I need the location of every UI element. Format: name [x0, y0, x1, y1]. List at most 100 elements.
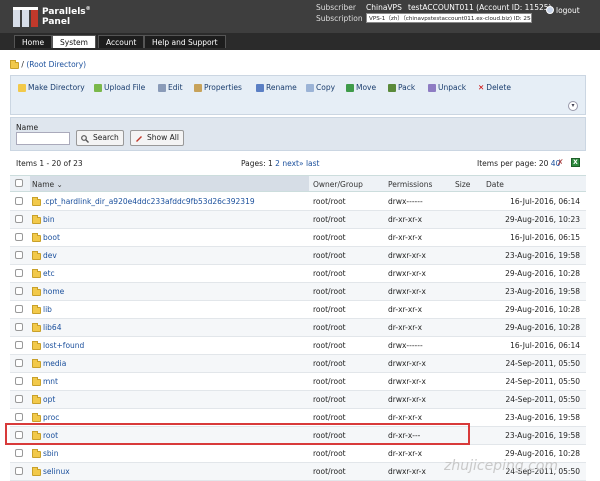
subscription-select[interactable]: VPS-1（zh）（chinavpstestaccount011.ex-clou…	[366, 13, 532, 23]
table-row[interactable]: media root/root drwxr-xr-x 24-Sep-2011, 05:…	[10, 355, 586, 373]
row-checkbox[interactable]	[15, 413, 23, 421]
folder-link[interactable]: lib	[43, 305, 52, 314]
row-name[interactable]: etc	[32, 268, 55, 278]
row-name[interactable]: mnt	[32, 376, 58, 386]
table-row[interactable]: mnt root/root drwxr-xr-x 24-Sep-2011, 05:50	[10, 373, 586, 391]
row-name[interactable]: sbin	[32, 448, 59, 458]
pencil-icon	[158, 84, 166, 92]
table-row[interactable]: home root/root drwxr-xr-x 23-Aug-2016, 19:5…	[10, 283, 586, 301]
row-name[interactable]: home	[32, 286, 64, 296]
folder-link[interactable]: lost+found	[43, 341, 84, 350]
row-name[interactable]: selinux	[32, 466, 70, 476]
row-name[interactable]: dev	[32, 250, 57, 260]
row-date: 29-Aug-2016, 10:23	[505, 215, 580, 224]
column-name[interactable]: Name ⌄	[32, 180, 63, 189]
logout-link[interactable]: logout	[556, 6, 580, 15]
row-owner: root/root	[313, 395, 346, 404]
table-row[interactable]: bin root/root dr-xr-xr-x 29-Aug-2016, 10:23	[10, 211, 586, 229]
row-name[interactable]: .cpt_hardlink_dir_a920e4ddc233afddc9fb53…	[32, 196, 255, 206]
show-all-button[interactable]: Show All	[130, 130, 184, 146]
row-checkbox[interactable]	[15, 395, 23, 403]
table-row[interactable]: lib64 root/root dr-xr-xr-x 29-Aug-2016, 10:…	[10, 319, 586, 337]
table-row[interactable]: opt root/root drwxr-xr-x 24-Sep-2011, 05:50	[10, 391, 586, 409]
row-checkbox[interactable]	[15, 287, 23, 295]
breadcrumb-root-link[interactable]: (Root Directory)	[26, 60, 86, 69]
logout-icon[interactable]	[546, 6, 554, 14]
export-excel-icon[interactable]: X	[571, 158, 580, 167]
tab-home[interactable]: Home	[14, 35, 53, 49]
move-button[interactable]: Move	[346, 83, 376, 92]
row-checkbox[interactable]	[15, 467, 23, 475]
tab-account[interactable]: Account	[98, 35, 145, 49]
copy-button[interactable]: Copy	[306, 83, 335, 92]
make-directory-button[interactable]: Make Directory	[18, 83, 85, 92]
row-name[interactable]: proc	[32, 412, 59, 422]
table-row[interactable]: etc root/root drwxr-xr-x 29-Aug-2016, 10:28	[10, 265, 586, 283]
folder-link[interactable]: bin	[43, 215, 55, 224]
select-all-checkbox[interactable]	[15, 179, 23, 187]
page-2-link[interactable]: 2	[275, 159, 280, 168]
row-name[interactable]: media	[32, 358, 66, 368]
row-name[interactable]: lost+found	[32, 340, 84, 350]
delete-button[interactable]: ✕ Delete	[478, 83, 511, 92]
row-permissions: drwxr-xr-x	[388, 269, 426, 278]
folder-link[interactable]: sbin	[43, 449, 59, 458]
folder-link[interactable]: dev	[43, 251, 57, 260]
row-permissions: dr-xr-xr-x	[388, 233, 423, 242]
row-checkbox[interactable]	[15, 305, 23, 313]
row-checkbox[interactable]	[15, 233, 23, 241]
folder-link[interactable]: home	[43, 287, 64, 296]
row-checkbox[interactable]	[15, 341, 23, 349]
folder-link[interactable]: opt	[43, 395, 55, 404]
row-checkbox[interactable]	[15, 323, 23, 331]
row-name[interactable]: opt	[32, 394, 55, 404]
table-row[interactable]: lib root/root dr-xr-xr-x 29-Aug-2016, 10:28	[10, 301, 586, 319]
folder-link[interactable]: selinux	[43, 467, 70, 476]
unpack-button[interactable]: Unpack	[428, 83, 466, 92]
rename-button[interactable]: Rename	[256, 83, 297, 92]
last-page-link[interactable]: last	[306, 159, 320, 168]
folder-link[interactable]: proc	[43, 413, 59, 422]
row-owner: root/root	[313, 467, 346, 476]
table-row[interactable]: lost+found root/root drwx------ 16-Jul-2016…	[10, 337, 586, 355]
pack-button[interactable]: Pack	[388, 83, 415, 92]
row-date: 24-Sep-2011, 05:50	[505, 395, 580, 404]
settings-icon[interactable]: ✗	[557, 158, 566, 167]
row-permissions: drwxr-xr-x	[388, 359, 426, 368]
row-checkbox[interactable]	[15, 251, 23, 259]
folder-icon	[32, 250, 41, 260]
chevron-down-icon[interactable]: ▾	[568, 101, 578, 111]
name-filter-input[interactable]	[16, 132, 70, 145]
table-row[interactable]: dev root/root drwxr-xr-x 23-Aug-2016, 19:58	[10, 247, 586, 265]
row-name[interactable]: lib64	[32, 322, 61, 332]
row-checkbox[interactable]	[15, 269, 23, 277]
row-name[interactable]: lib	[32, 304, 52, 314]
row-checkbox[interactable]	[15, 197, 23, 205]
folder-link[interactable]: mnt	[43, 377, 58, 386]
row-checkbox[interactable]	[15, 215, 23, 223]
row-checkbox[interactable]	[15, 449, 23, 457]
rename-icon	[256, 84, 264, 92]
row-name[interactable]: boot	[32, 232, 60, 242]
properties-button[interactable]: Properties	[194, 83, 242, 92]
search-button[interactable]: Search	[76, 130, 124, 146]
table-row[interactable]: .cpt_hardlink_dir_a920e4ddc233afddc9fb53…	[10, 193, 586, 211]
folder-icon	[32, 340, 41, 350]
folder-link[interactable]: media	[43, 359, 66, 368]
next-page-link[interactable]: next»	[282, 159, 303, 168]
folder-link[interactable]: boot	[43, 233, 60, 242]
folder-link[interactable]: .cpt_hardlink_dir_a920e4ddc233afddc9fb53…	[43, 197, 255, 206]
file-toolbar	[10, 75, 586, 115]
tab-system[interactable]: System	[52, 35, 96, 49]
row-checkbox[interactable]	[15, 377, 23, 385]
unpack-icon	[428, 84, 436, 92]
folder-link[interactable]: lib64	[43, 323, 61, 332]
tab-help-and-support[interactable]: Help and Support	[144, 35, 226, 49]
row-date: 24-Sep-2011, 05:50	[505, 359, 580, 368]
folder-link[interactable]: etc	[43, 269, 55, 278]
table-row[interactable]: boot root/root dr-xr-xr-x 16-Jul-2016, 06:1…	[10, 229, 586, 247]
upload-file-button[interactable]: Upload File	[94, 83, 145, 92]
row-name[interactable]: bin	[32, 214, 55, 224]
edit-button[interactable]: Edit	[158, 83, 183, 92]
row-checkbox[interactable]	[15, 359, 23, 367]
